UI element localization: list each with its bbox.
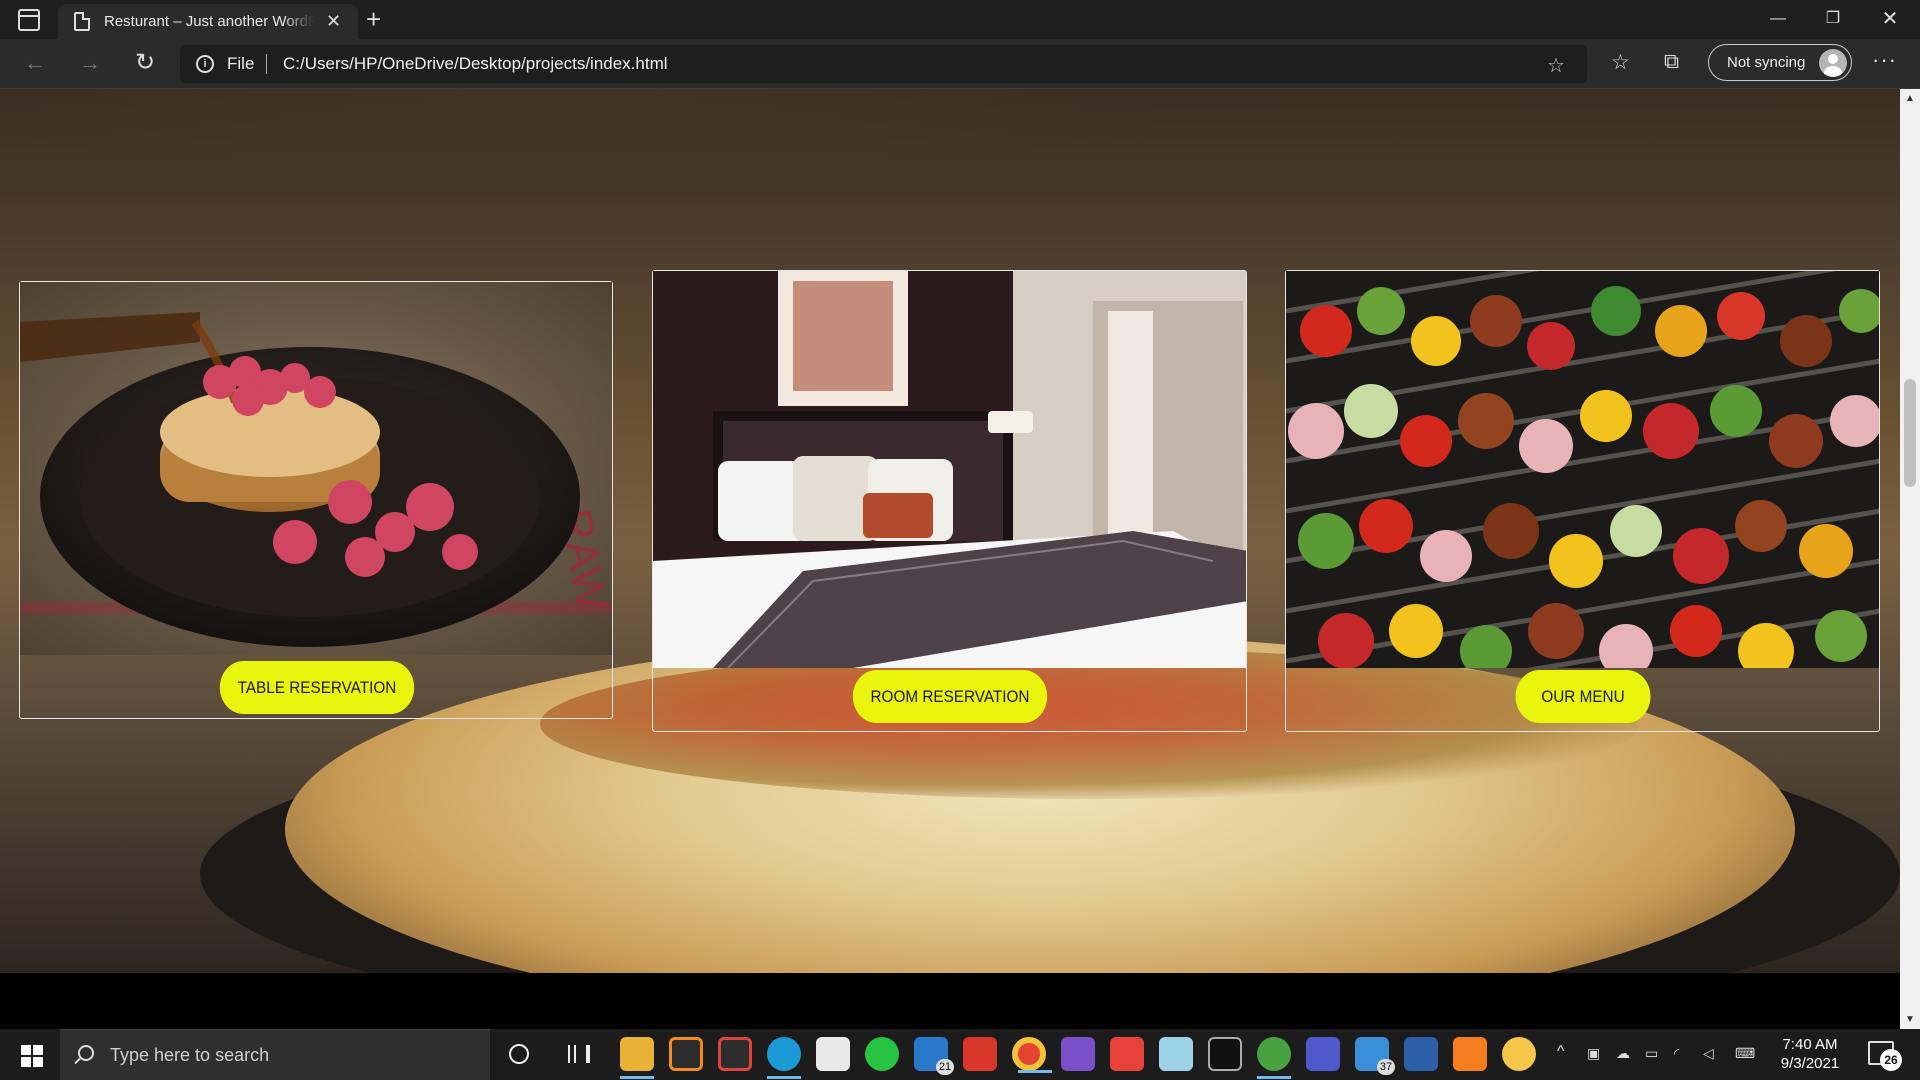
url-text[interactable]: C:/Users/HP/OneDrive/Desktop/projects/in… [283,54,668,74]
notes-icon[interactable] [1159,1037,1193,1071]
battery-icon[interactable]: ▭ [1645,1045,1661,1061]
teams-icon[interactable] [1306,1037,1340,1071]
windows-start-button[interactable] [0,1029,60,1080]
scheme-label: File [227,54,255,73]
avatar-icon [1819,49,1847,77]
reload-button[interactable]: ↻ [130,50,160,78]
task-view-icon[interactable] [568,1045,590,1063]
taskbar-search-box[interactable]: Type here to search [60,1029,490,1080]
file-explorer-icon[interactable] [620,1037,654,1079]
weather-icon[interactable] [1502,1037,1536,1071]
browser-toolbar: ← → ↻ i File C:/Users/HP/OneDrive/Deskto… [0,39,1920,89]
window-close-button[interactable]: ✕ [1862,0,1918,39]
xampp-icon[interactable] [1453,1037,1487,1071]
favorites-icon[interactable]: ☆ [1611,50,1630,75]
new-tab-button[interactable]: + [366,4,381,34]
window-minimize-button[interactable]: — [1750,0,1806,39]
page-footer [0,973,1900,1029]
tray-overflow-icon[interactable]: ^ [1557,1043,1565,1061]
chrome-icon[interactable] [1012,1037,1052,1073]
visual-studio-icon[interactable] [1061,1037,1095,1071]
scroll-up-arrow-icon[interactable]: ▲ [1905,93,1915,104]
address-bar[interactable]: i File C:/Users/HP/OneDrive/Desktop/proj… [180,45,1587,83]
onedrive-icon[interactable]: ☁ [1616,1045,1632,1061]
clock-date: 9/3/2021 [1780,1055,1840,1072]
room-reservation-card: ROOM RESERVATION [652,270,1247,732]
taskbar-search-placeholder: Type here to search [110,1045,270,1065]
our-menu-button[interactable]: OUR MENU [1515,670,1651,723]
office-icon[interactable] [963,1037,997,1071]
forward-button[interactable]: → [75,50,105,78]
utorrent-icon[interactable] [1257,1037,1291,1079]
mail-icon[interactable]: 21 [914,1037,954,1075]
address-divider [266,54,267,74]
back-button[interactable]: ← [20,50,50,78]
scrollbar-thumb[interactable] [1904,379,1916,487]
store-icon[interactable] [816,1037,850,1071]
whatsapp-icon[interactable] [865,1037,899,1071]
files-badge: 37 [1377,1059,1395,1075]
collections-icon[interactable]: ⧉ [1664,50,1679,74]
scroll-down-arrow-icon[interactable]: ▼ [1905,1014,1915,1025]
volume-icon[interactable]: ◁ [1703,1045,1719,1061]
notifications-icon[interactable]: 26 [1868,1041,1902,1071]
hotel-room-photo [653,271,1246,668]
profile-sync-button[interactable]: Not syncing [1708,44,1852,81]
anydesk-icon[interactable] [1110,1037,1144,1071]
pancakes-photo: RAW [20,282,612,655]
tab-actions-icon[interactable] [18,9,40,31]
windows-taskbar: Type here to search 21 37 ^ ▣ ☁ ▭ ◜ ◁ ⌨ … [0,1029,1920,1080]
more-menu-icon[interactable]: ··· [1872,47,1897,73]
keyboard-icon[interactable]: ⌨ [1735,1045,1755,1061]
search-icon [78,1045,94,1061]
terminal-icon[interactable] [1208,1037,1242,1071]
page-scrollbar[interactable]: ▲ ▼ [1900,89,1920,1029]
wifi-icon[interactable]: ◜ [1674,1045,1690,1061]
window-restore-button[interactable]: ❐ [1805,0,1861,39]
cortana-icon[interactable] [509,1044,529,1064]
page-icon [74,12,90,31]
meet-now-icon[interactable]: ▣ [1587,1045,1603,1061]
files-app-icon[interactable]: 37 [1355,1037,1395,1075]
room-reservation-button[interactable]: ROOM RESERVATION [852,670,1048,723]
notification-count-badge: 26 [1880,1049,1902,1071]
our-menu-card: OUR MENU [1285,270,1880,732]
table-reservation-card: RAW TABLE RESERVATION [19,281,613,719]
browser-tab-strip: Resturant – Just another WordPress site … [0,0,1920,39]
table-reservation-button[interactable]: TABLE RESERVATION [219,661,415,714]
tab-close-icon[interactable]: ✕ [326,11,341,31]
sublime-text-icon[interactable] [669,1037,703,1071]
clock-time: 7:40 AM [1782,1036,1838,1053]
sync-status-label: Not syncing [1727,54,1806,71]
mail-badge: 21 [936,1059,954,1075]
dev-app-icon[interactable] [1404,1037,1438,1071]
taskbar-clock[interactable]: 7:40 AM 9/3/2021 [1770,1035,1850,1073]
skewers-photo [1286,271,1879,668]
page-viewport: RAW TABLE RESERVATION ROOM RESERVATION O… [0,89,1900,1029]
site-info-icon[interactable]: i [196,55,214,73]
edge-browser-icon[interactable] [767,1037,801,1079]
tab-title: Resturant – Just another WordPress site [104,13,314,30]
browser-tab-active[interactable]: Resturant – Just another WordPress site … [58,4,358,39]
add-favorite-icon[interactable]: ☆ [1547,53,1565,78]
snip-sketch-icon[interactable] [718,1037,752,1071]
